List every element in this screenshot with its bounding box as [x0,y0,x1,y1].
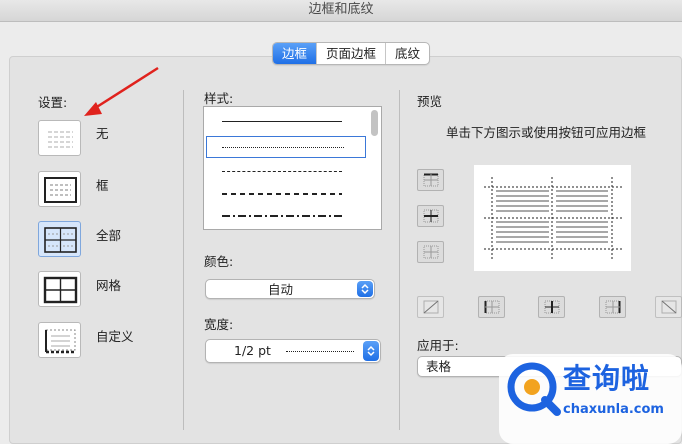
apply-to-heading: 应用于: [417,338,459,353]
border-box-icon [44,177,77,203]
border-grid-icon [43,276,78,304]
border-inside-horizontal-icon [423,209,439,223]
settings-heading: 设置: [38,95,68,110]
border-custom-icon [45,329,76,354]
setting-none-label: 无 [96,126,109,141]
line-style-dashed-short[interactable] [222,171,342,172]
tab-shading[interactable]: 底纹 [386,43,429,64]
border-right-icon [605,300,621,314]
inside-horizontal-border-button[interactable] [417,205,444,227]
top-border-button[interactable] [417,169,444,191]
annotation-arrow-icon [84,66,159,116]
line-style-dashed[interactable] [222,193,342,195]
border-top-icon [423,173,439,187]
setting-grid-button[interactable] [38,271,81,307]
setting-none-button[interactable] [38,120,81,156]
width-stepper[interactable] [363,341,379,361]
line-style-list[interactable] [203,106,382,230]
updown-chevron-icon [361,283,369,295]
window-title: 边框和底纹 [0,0,682,22]
apply-to-value: 表格 [426,359,452,374]
left-border-button[interactable] [478,296,505,318]
line-style-dash-dot[interactable] [222,215,342,217]
updown-chevron-icon [367,345,375,357]
border-diagonal-down-icon [661,300,677,314]
setting-custom-button[interactable] [38,322,81,358]
selected-line-style[interactable] [206,136,366,158]
width-line-sample [286,351,354,352]
setting-box-button[interactable] [38,171,81,207]
diagonal-up-border-button[interactable] [655,296,682,318]
border-bottom-icon [423,245,439,259]
setting-box-label: 框 [96,178,109,193]
style-list-scrollbar[interactable] [371,110,378,136]
column-divider [399,90,400,430]
setting-all-button[interactable] [38,221,81,257]
width-value: 1/2 pt [234,343,271,358]
border-none-icon [48,131,73,148]
setting-all-label: 全部 [96,228,122,243]
diagonal-down-border-button[interactable] [417,296,444,318]
style-heading: 样式: [204,91,234,106]
border-diagonal-up-icon [423,300,439,314]
border-inside-vertical-icon [544,300,560,314]
preview-hint: 单击下方图示或使用按钮可应用边框 [446,125,647,140]
right-border-button[interactable] [599,296,626,318]
border-preview-area[interactable] [474,165,631,271]
width-select[interactable]: 1/2 pt [205,339,381,363]
line-style-solid[interactable] [222,121,342,122]
setting-custom-label: 自定义 [96,329,134,344]
color-stepper[interactable] [357,281,373,297]
inside-vertical-border-button[interactable] [538,296,565,318]
watermark-domain: chaxunla.com [563,402,664,417]
color-select[interactable]: 自动 [205,279,375,299]
column-divider [183,90,184,430]
setting-grid-label: 网格 [96,278,122,293]
preview-heading: 预览 [417,94,443,109]
width-heading: 宽度: [204,317,234,332]
color-value: 自动 [268,282,294,297]
border-all-icon [44,227,77,253]
bottom-border-button[interactable] [417,241,444,263]
tab-page-border[interactable]: 页面边框 [317,43,387,64]
color-heading: 颜色: [204,254,234,269]
table-preview-icon [484,177,622,259]
tab-borders[interactable]: 边框 [273,43,318,64]
tab-bar: 边框 页面边框 底纹 [272,42,431,65]
border-left-icon [484,300,500,314]
watermark-logo: 查询啦 chaxunla.com [499,350,682,444]
watermark-brand: 查询啦 [563,362,651,395]
